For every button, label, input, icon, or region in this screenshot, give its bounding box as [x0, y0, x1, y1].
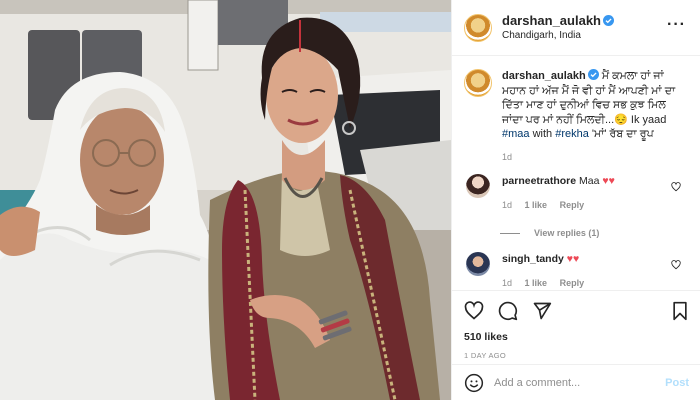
post-panel: darshan_aulakh Chandigarh, India ··· dar… — [451, 0, 700, 400]
actions-bar: 510 likes 1 DAY AGO — [452, 290, 700, 360]
share-icon[interactable] — [532, 301, 552, 321]
add-comment-bar: Post — [452, 364, 700, 400]
reply-button[interactable]: Reply — [560, 278, 585, 288]
comment-likes[interactable]: 1 like — [525, 278, 548, 288]
heart-icon[interactable] — [671, 182, 681, 192]
likes-count[interactable]: 510 likes — [464, 331, 689, 343]
username-link[interactable]: darshan_aulakh — [502, 13, 601, 28]
heart-emoji: ♥♥ — [566, 253, 580, 265]
caption-body: darshan_aulakh ਮੈਂ ਕਮਲਾ ਹਾਂ ਜਾਂ ਮਹਾਨ ਹਾਂ… — [502, 69, 689, 164]
heart-emoji: ♥♥ — [602, 175, 615, 187]
instagram-post: darshan_aulakh Chandigarh, India ··· dar… — [0, 0, 700, 400]
emoji-icon[interactable] — [464, 373, 484, 393]
location-link[interactable]: Chandigarh, India — [502, 29, 614, 43]
comment-body: singh_tandy ♥♥ 1d 1 like Reply — [502, 252, 682, 289]
avatar[interactable] — [464, 69, 492, 97]
post-header: darshan_aulakh Chandigarh, India ··· — [452, 0, 700, 56]
header-user: darshan_aulakh Chandigarh, India — [502, 13, 614, 43]
heart-icon[interactable] — [671, 260, 681, 270]
comment-text: Maa — [576, 175, 603, 187]
caption: darshan_aulakh ਮੈਂ ਕਮਲਾ ਹਾਂ ਜਾਂ ਮਹਾਨ ਹਾਂ… — [452, 57, 700, 164]
caption-text-mid: Ik yaad — [627, 113, 667, 126]
view-replies-button[interactable]: View replies (1) — [500, 228, 700, 238]
comment-item: parneetrathore Maa ♥♥ 1d 1 like Reply — [452, 164, 700, 212]
verified-icon — [587, 69, 599, 80]
heart-icon[interactable] — [464, 301, 484, 321]
caption-username[interactable]: darshan_aulakh — [502, 70, 586, 82]
hashtag-maa[interactable]: #maa — [502, 128, 530, 140]
comment-age: 1d — [502, 278, 513, 288]
comments-section[interactable]: darshan_aulakh ਮੈਂ ਕਮਲਾ ਹਾਂ ਜਾਂ ਮਹਾਨ ਹਾਂ… — [452, 57, 700, 289]
bookmark-icon[interactable] — [671, 301, 689, 321]
post-timestamp: 1 DAY AGO — [464, 351, 507, 360]
caption-age: 1d — [502, 151, 513, 162]
verified-icon — [603, 14, 614, 26]
avatar[interactable] — [464, 13, 492, 42]
comment-input[interactable] — [494, 376, 654, 389]
reply-button[interactable]: Reply — [560, 200, 585, 210]
comment-icon[interactable] — [498, 301, 518, 321]
avatar[interactable] — [466, 252, 490, 276]
comment-username[interactable]: parneetrathore — [502, 175, 576, 187]
more-icon[interactable]: ··· — [667, 17, 686, 33]
avatar[interactable] — [466, 174, 490, 198]
post-photo[interactable] — [0, 0, 451, 400]
comment-likes[interactable]: 1 like — [525, 200, 548, 210]
photo-image — [0, 0, 451, 400]
caption-text-with: with — [529, 128, 556, 140]
caption-emoji: 😔 — [614, 113, 628, 126]
action-icons — [464, 300, 689, 322]
comment-item: singh_tandy ♥♥ 1d 1 like Reply — [452, 238, 700, 289]
comment-meta: 1d 1 like Reply — [502, 276, 682, 289]
comment-body: parneetrathore Maa ♥♥ 1d 1 like Reply — [502, 174, 682, 212]
comment-username[interactable]: singh_tandy — [502, 253, 564, 265]
view-replies-label: View replies (1) — [534, 228, 600, 238]
hashtag-rekha[interactable]: #rekha — [555, 128, 589, 140]
comment-age: 1d — [502, 200, 513, 210]
view-replies-line — [500, 232, 520, 234]
caption-text-end: 'ਮਾਂ' ਰੱਬ ਦਾ ਰੂਪ — [588, 128, 654, 140]
post-button[interactable]: Post — [665, 377, 689, 389]
comment-meta: 1d 1 like Reply — [502, 198, 682, 212]
